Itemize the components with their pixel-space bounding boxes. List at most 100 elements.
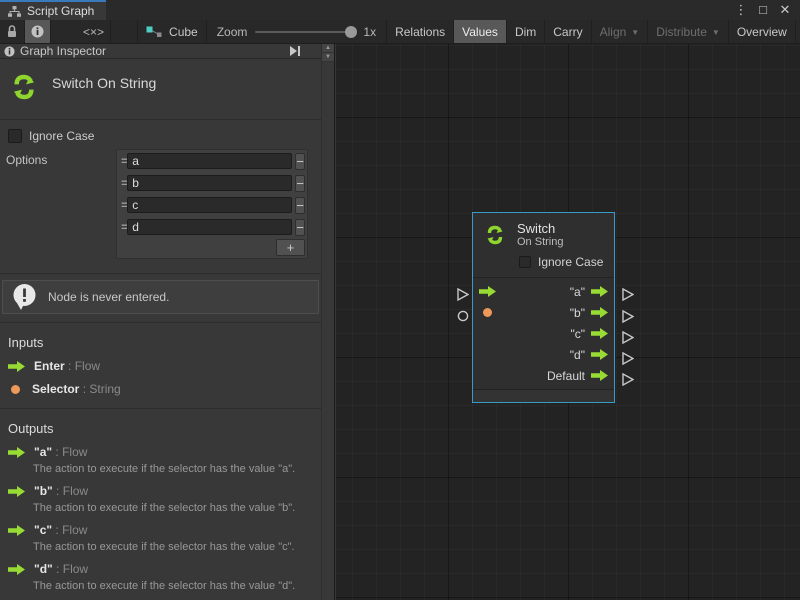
node-subtitle: On String	[517, 236, 563, 249]
option-input[interactable]	[127, 197, 292, 213]
add-option-button[interactable]: +	[276, 239, 305, 256]
node-title-block: Switch On String	[0, 59, 321, 120]
zoom-slider[interactable]	[255, 31, 355, 33]
remove-option-button[interactable]: −	[295, 153, 305, 170]
warning-box: Node is never entered.	[2, 280, 319, 314]
edit-code-button[interactable]: <×>	[77, 20, 111, 43]
lock-button[interactable]	[0, 20, 25, 43]
distribute-button[interactable]: Distribute ▼	[648, 20, 729, 43]
external-flow-output-stub[interactable]	[621, 331, 634, 347]
triangle-port-icon	[621, 288, 634, 301]
zoom-label: Zoom	[217, 25, 248, 39]
info-icon	[4, 46, 15, 57]
graph-tab-icon	[8, 6, 21, 17]
graph-canvas[interactable]: Switch On String Ignore Case "a" "b	[336, 44, 800, 600]
code-icon: <×>	[83, 25, 104, 39]
output-port-row: "a" : Flow	[0, 440, 321, 463]
relations-button[interactable]: Relations	[386, 20, 454, 43]
output-port-icon[interactable]	[591, 286, 608, 297]
graph-breadcrumb[interactable]: Cube	[137, 20, 207, 43]
option-input[interactable]	[127, 175, 292, 191]
graph-name: Cube	[169, 25, 198, 39]
triangle-port-icon	[621, 373, 634, 386]
output-port-icon[interactable]	[591, 328, 608, 339]
external-value-input-stub[interactable]	[457, 310, 469, 325]
flow-arrow-icon	[8, 447, 25, 458]
ignore-case-checkbox[interactable]	[8, 129, 22, 143]
options-list: = − = − = − =	[116, 149, 308, 259]
ignore-case-row: Ignore Case	[0, 120, 321, 145]
triangle-port-icon	[456, 288, 469, 301]
carry-button[interactable]: Carry	[545, 20, 591, 43]
script-graph-window: Script Graph ⋮ □ ✕ <×>	[0, 0, 800, 600]
scroll-down-icon[interactable]: ▼	[322, 53, 334, 62]
node-title: Switch	[517, 221, 563, 236]
external-flow-input-stub[interactable]	[456, 288, 469, 304]
full-screen-button[interactable]: Full Screen	[796, 20, 800, 43]
toolbar: <×> Cube Zoom 1x Relations Values Dim Ca…	[0, 20, 800, 44]
dim-button[interactable]: Dim	[507, 20, 545, 43]
inspector-toggle-button[interactable]	[25, 20, 51, 43]
node-port-row: "d"	[473, 344, 614, 365]
external-flow-output-stub[interactable]	[621, 288, 634, 304]
align-button[interactable]: Align ▼	[592, 20, 649, 43]
window-maximize-icon[interactable]: □	[754, 1, 772, 19]
inspector-header: Graph Inspector	[0, 44, 321, 59]
chevron-down-icon: ▼	[712, 28, 720, 37]
title-bar: Script Graph ⋮ □ ✕	[0, 0, 800, 20]
dock-inspector-button[interactable]	[289, 46, 301, 56]
option-input[interactable]	[127, 153, 292, 169]
values-button[interactable]: Values	[454, 20, 507, 43]
options-section: Options = − = − = −	[0, 145, 321, 265]
flow-arrow-icon	[8, 564, 25, 575]
triangle-port-icon	[621, 310, 634, 323]
output-port-row: "c" : Flow	[0, 518, 321, 541]
window-controls: ⋮ □ ✕	[732, 0, 800, 20]
window-menu-icon[interactable]: ⋮	[732, 1, 750, 19]
node-ignore-case-row: Ignore Case	[483, 249, 606, 273]
switch-on-string-node[interactable]: Switch On String Ignore Case "a" "b	[472, 212, 615, 403]
overview-button[interactable]: Overview	[729, 20, 796, 43]
flow-arrow-icon	[8, 361, 25, 372]
remove-option-button[interactable]: −	[295, 219, 305, 236]
option-row: = −	[117, 216, 307, 238]
option-row: = −	[117, 150, 307, 172]
inspector-scrollbar[interactable]: ▲ ▼	[321, 44, 334, 600]
output-port-icon[interactable]	[591, 349, 608, 360]
input-port-row: Selector : String	[0, 377, 321, 400]
scroll-up-icon[interactable]: ▲	[322, 44, 334, 53]
output-port-description: The action to execute if the selector ha…	[0, 580, 321, 596]
output-port-description: The action to execute if the selector ha…	[0, 502, 321, 518]
toolbar-gap	[111, 20, 137, 43]
inspector-title: Graph Inspector	[20, 44, 106, 58]
remove-option-button[interactable]: −	[295, 197, 305, 214]
flow-arrow-icon	[8, 486, 25, 497]
node-ignore-case-label: Ignore Case	[538, 255, 603, 269]
zoom-slider-knob[interactable]	[345, 26, 357, 38]
selector-port-icon[interactable]	[483, 308, 492, 317]
tab-script-graph[interactable]: Script Graph	[0, 0, 106, 20]
external-flow-output-stub[interactable]	[621, 352, 634, 368]
page-title: Switch On String	[52, 71, 156, 91]
lock-icon	[6, 25, 18, 38]
enter-port-icon[interactable]	[479, 286, 496, 297]
option-input[interactable]	[127, 219, 292, 235]
node-port-row: Default	[473, 365, 614, 386]
info-icon	[31, 25, 44, 38]
node-ignore-case-checkbox[interactable]	[519, 256, 531, 268]
triangle-port-icon	[621, 352, 634, 365]
option-row: = −	[117, 194, 307, 216]
circle-port-icon	[457, 310, 469, 322]
inputs-header: Inputs	[0, 323, 321, 354]
output-port-icon[interactable]	[591, 370, 608, 381]
remove-option-button[interactable]: −	[295, 175, 305, 192]
output-port-icon[interactable]	[591, 307, 608, 318]
toolbar-buttons: Relations Values Dim Carry Align ▼ Distr…	[386, 20, 800, 43]
window-close-icon[interactable]: ✕	[776, 1, 794, 19]
external-flow-output-stub[interactable]	[621, 373, 634, 389]
external-flow-output-stub[interactable]	[621, 310, 634, 326]
options-footer: +	[117, 238, 307, 258]
value-port-icon	[11, 385, 20, 394]
graph-inspector-panel: Graph Inspector Switch On String	[0, 44, 335, 600]
output-port-description: The action to execute if the selector ha…	[0, 541, 321, 557]
